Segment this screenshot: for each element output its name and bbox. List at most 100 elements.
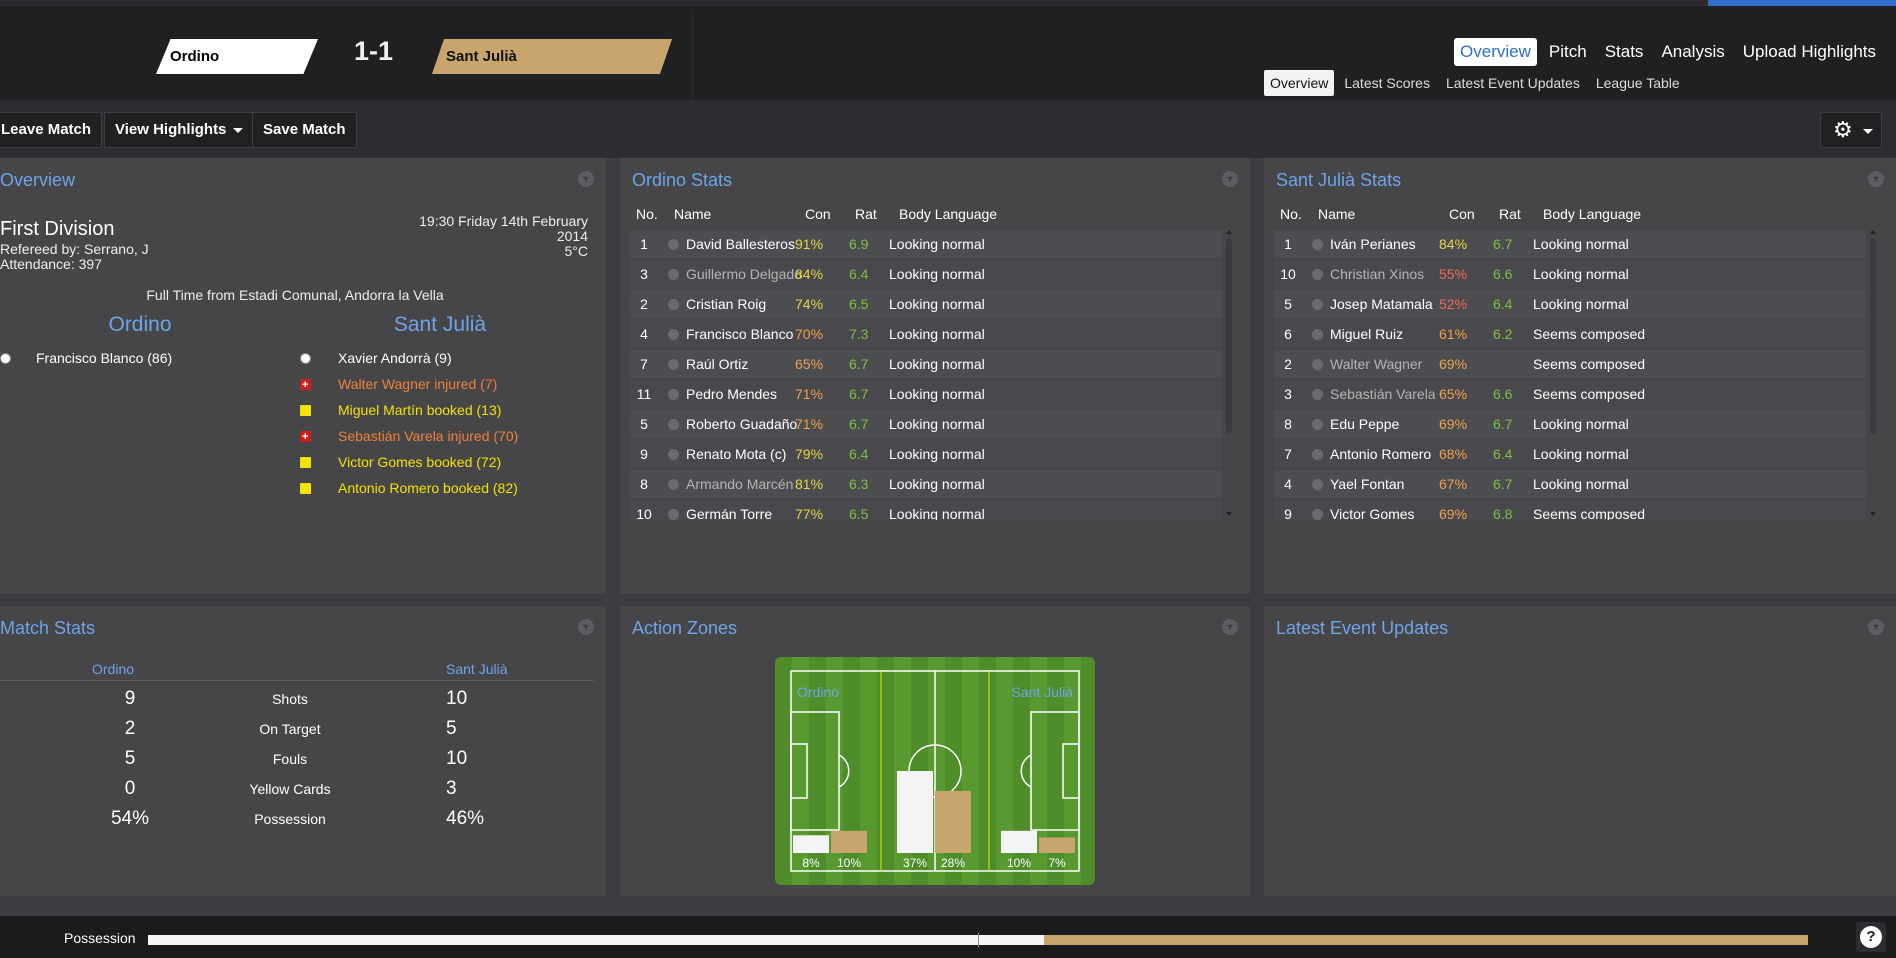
main-nav-upload-highlights[interactable]: Upload Highlights (1737, 38, 1882, 66)
player-name[interactable]: Iván Perianes (1330, 230, 1416, 258)
table-row[interactable]: 1 David Ballesteros 91% 6.9 Looking normal (630, 230, 1222, 258)
player-name[interactable]: Armando Marcén (686, 470, 793, 498)
division-name: First Division (0, 218, 115, 240)
table-row[interactable]: 5 Josep Matamala 52% 6.4 Looking normal (1274, 290, 1866, 318)
scroll-thumb[interactable] (1226, 238, 1232, 434)
info-icon[interactable] (668, 479, 679, 490)
sub-nav-latest-scores[interactable]: Latest Scores (1338, 70, 1436, 96)
table-row[interactable]: 3 Sebastián Varela 65% 6.6 Seems composed (1274, 380, 1866, 408)
player-name[interactable]: Raúl Ortiz (686, 350, 748, 378)
col-name[interactable]: Name (1318, 206, 1355, 222)
info-icon[interactable] (1312, 479, 1323, 490)
player-name[interactable]: Cristian Roig (686, 290, 766, 318)
leave-match-button[interactable]: Leave Match (0, 112, 103, 148)
player-name[interactable]: Pedro Mendes (686, 380, 777, 408)
table-row[interactable]: 11 Pedro Mendes 71% 6.7 Looking normal (630, 380, 1222, 408)
table-row[interactable]: 9 Renato Mota (c) 79% 6.4 Looking normal (630, 440, 1222, 468)
settings-button[interactable]: ⚙ (1820, 112, 1882, 148)
col-con[interactable]: Con (805, 206, 831, 222)
scroll-down-icon[interactable] (1226, 512, 1232, 516)
scroll-thumb[interactable] (1870, 238, 1876, 434)
sub-nav-latest-event-updates[interactable]: Latest Event Updates (1440, 70, 1586, 96)
player-name[interactable]: Josep Matamala (1330, 290, 1433, 318)
main-nav-pitch[interactable]: Pitch (1543, 38, 1593, 66)
table-row[interactable]: 10 Christian Xinos 55% 6.6 Looking normal (1274, 260, 1866, 288)
help-button[interactable]: ? (1856, 922, 1886, 952)
player-name[interactable]: Edu Peppe (1330, 410, 1399, 438)
player-name[interactable]: Walter Wagner (1330, 350, 1422, 378)
table-row[interactable]: 3 Guillermo Delgado 84% 6.4 Looking normal (630, 260, 1222, 288)
info-icon[interactable] (1312, 269, 1323, 280)
player-name[interactable]: David Ballesteros (686, 230, 795, 258)
table-row[interactable]: 2 Cristian Roig 74% 6.5 Looking normal (630, 290, 1222, 318)
col-name[interactable]: Name (674, 206, 711, 222)
info-icon[interactable] (1312, 509, 1323, 520)
main-nav-overview[interactable]: Overview (1454, 38, 1537, 66)
player-name[interactable]: Germán Torre (686, 500, 772, 520)
player-name[interactable]: Roberto Guadaño (686, 410, 797, 438)
main-nav-stats[interactable]: Stats (1599, 38, 1650, 66)
player-name[interactable]: Christian Xinos (1330, 260, 1424, 288)
scroll-up-icon[interactable] (1226, 230, 1232, 234)
table-row[interactable]: 7 Raúl Ortiz 65% 6.7 Looking normal (630, 350, 1222, 378)
col-con[interactable]: Con (1449, 206, 1475, 222)
info-icon[interactable] (668, 419, 679, 430)
table-row[interactable]: 10 Germán Torre 77% 6.5 Looking normal (630, 500, 1222, 520)
col-no[interactable]: No. (1280, 206, 1302, 222)
view-highlights-button[interactable]: View Highlights (104, 112, 255, 148)
col-rat[interactable]: Rat (1499, 206, 1521, 222)
info-icon[interactable] (668, 299, 679, 310)
save-match-button[interactable]: Save Match (252, 112, 357, 148)
scroll-up-icon[interactable] (1870, 230, 1876, 234)
info-icon[interactable] (668, 269, 679, 280)
sub-nav-league-table[interactable]: League Table (1590, 70, 1686, 96)
sub-nav-overview[interactable]: Overview (1264, 70, 1335, 96)
table-row[interactable]: 9 Victor Gomes 69% 6.8 Seems composed (1274, 500, 1866, 520)
player-name[interactable]: Renato Mota (c) (686, 440, 786, 468)
info-icon[interactable] (1312, 389, 1323, 400)
info-icon[interactable] (668, 449, 679, 460)
table-row[interactable]: 8 Armando Marcén 81% 6.3 Looking normal (630, 470, 1222, 498)
info-icon[interactable] (668, 389, 679, 400)
table-row[interactable]: 5 Roberto Guadaño 71% 6.7 Looking normal (630, 410, 1222, 438)
player-name[interactable]: Francisco Blanco (686, 320, 793, 348)
player-name[interactable]: Sebastián Varela (1330, 380, 1436, 408)
table-row[interactable]: 4 Francisco Blanco 70% 7.3 Looking normal (630, 320, 1222, 348)
collapse-icon[interactable]: ▼ (1868, 171, 1884, 187)
info-icon[interactable] (1312, 449, 1323, 460)
table-row[interactable]: 7 Antonio Romero 68% 6.4 Looking normal (1274, 440, 1866, 468)
table-row[interactable]: 8 Edu Peppe 69% 6.7 Looking normal (1274, 410, 1866, 438)
info-icon[interactable] (668, 329, 679, 340)
scroll-down-icon[interactable] (1870, 512, 1876, 516)
col-no[interactable]: No. (636, 206, 658, 222)
player-name[interactable]: Miguel Ruiz (1330, 320, 1403, 348)
player-name[interactable]: Victor Gomes (1330, 500, 1415, 520)
col-body-language[interactable]: Body Language (899, 206, 997, 222)
col-body-language[interactable]: Body Language (1543, 206, 1641, 222)
collapse-icon[interactable]: ▼ (1868, 619, 1884, 635)
collapse-icon[interactable]: ▼ (1222, 619, 1238, 635)
table-row[interactable]: 2 Walter Wagner 69% Seems composed (1274, 350, 1866, 378)
main-nav-analysis[interactable]: Analysis (1655, 38, 1730, 66)
table-row[interactable]: 4 Yael Fontan 67% 6.7 Looking normal (1274, 470, 1866, 498)
info-icon[interactable] (1312, 419, 1323, 430)
table-row[interactable]: 6 Miguel Ruiz 61% 6.2 Seems composed (1274, 320, 1866, 348)
info-icon[interactable] (668, 239, 679, 250)
home-stats-scrollbar[interactable] (1226, 230, 1232, 516)
away-team-name[interactable]: Sant Julià (432, 39, 672, 74)
info-icon[interactable] (1312, 239, 1323, 250)
info-icon[interactable] (668, 509, 679, 520)
away-stats-scrollbar[interactable] (1870, 230, 1876, 516)
col-rat[interactable]: Rat (855, 206, 877, 222)
info-icon[interactable] (1312, 329, 1323, 340)
player-name[interactable]: Guillermo Delgado (686, 260, 802, 288)
collapse-icon[interactable]: ▼ (1222, 171, 1238, 187)
player-name[interactable]: Antonio Romero (1330, 440, 1431, 468)
player-name[interactable]: Yael Fontan (1330, 470, 1404, 498)
collapse-icon[interactable]: ▼ (578, 619, 594, 635)
info-icon[interactable] (1312, 299, 1323, 310)
info-icon[interactable] (1312, 359, 1323, 370)
home-team-name[interactable]: Ordino (156, 39, 318, 74)
table-row[interactable]: 1 Iván Perianes 84% 6.7 Looking normal (1274, 230, 1866, 258)
info-icon[interactable] (668, 359, 679, 370)
